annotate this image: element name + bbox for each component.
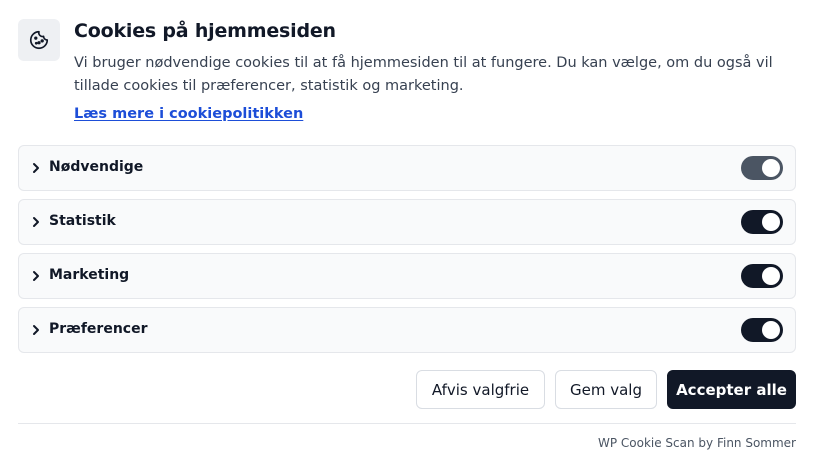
cookie-policy-link[interactable]: Læs mere i cookiepolitikken	[74, 106, 303, 122]
cookie-icon-box	[18, 19, 60, 61]
toggle-necessary[interactable]	[741, 156, 783, 180]
toggle-knob	[762, 267, 780, 285]
category-preferences[interactable]: Præferencer	[18, 307, 796, 353]
toggle-marketing[interactable]	[741, 264, 783, 288]
divider	[18, 423, 796, 424]
page-title: Cookies på hjemmesiden	[74, 20, 336, 42]
cookie-icon	[29, 30, 49, 50]
accept-all-button[interactable]: Accepter alle	[667, 370, 796, 409]
cookie-description: Vi bruger nødvendige cookies til at få h…	[74, 55, 773, 94]
chevron-right-icon	[32, 269, 42, 283]
category-label: Marketing	[49, 267, 130, 283]
save-choices-button[interactable]: Gem valg	[555, 370, 657, 409]
footer-credit: WP Cookie Scan by Finn Sommer	[597, 436, 796, 450]
toggle-preferences[interactable]	[741, 318, 783, 342]
category-label: Statistik	[49, 213, 116, 229]
category-label: Nødvendige	[49, 159, 144, 175]
chevron-right-icon	[32, 215, 42, 229]
reject-optional-button[interactable]: Afvis valgfrie	[416, 370, 545, 409]
toggle-knob	[762, 213, 780, 231]
category-label: Præferencer	[49, 321, 148, 337]
category-necessary[interactable]: Nødvendige	[18, 145, 796, 191]
toggle-statistics[interactable]	[741, 210, 783, 234]
chevron-right-icon	[32, 161, 42, 175]
toggle-knob	[762, 159, 780, 177]
category-marketing[interactable]: Marketing	[18, 253, 796, 299]
toggle-knob	[762, 321, 780, 339]
chevron-right-icon	[32, 323, 42, 337]
category-statistics[interactable]: Statistik	[18, 199, 796, 245]
